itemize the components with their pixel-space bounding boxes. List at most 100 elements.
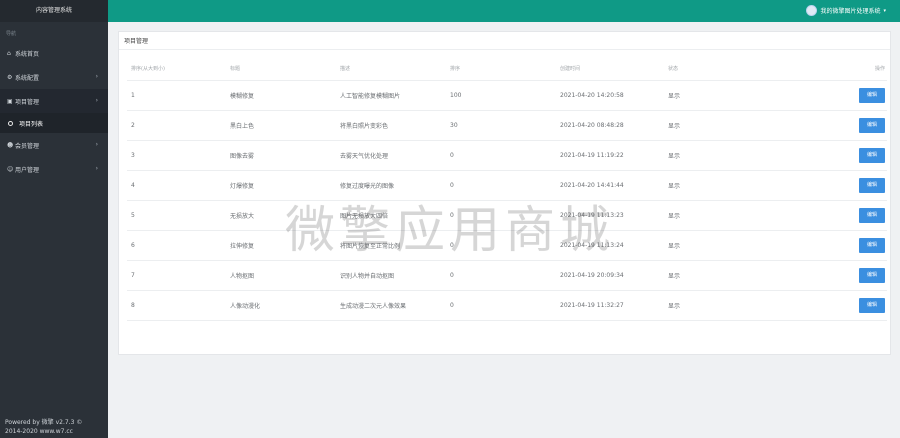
column-header: 状态 — [668, 58, 848, 81]
table-cell: 5 — [127, 200, 230, 231]
sidebar-item-label: 系统首页 — [15, 50, 40, 58]
column-header: 描述 — [340, 58, 450, 81]
table-cell: 生成动漫二次元人像效果 — [340, 290, 450, 321]
table-row: 1 模糊修复 人工智能修复模糊图片 100 2021-04-20 14:20:58 显示编… — [127, 80, 887, 111]
action-cell: 编辑 — [848, 290, 887, 321]
table-cell: 显示 — [668, 290, 848, 321]
table-cell: 7 — [127, 260, 230, 291]
table-cell: 8 — [127, 290, 230, 321]
action-cell: 编辑 — [848, 170, 887, 201]
table-cell: 2 — [127, 110, 230, 141]
table-cell: 人工智能修复模糊图片 — [340, 80, 450, 111]
table-cell: 显示 — [668, 110, 848, 141]
user-menu[interactable]: 我的微擎图片处理系统 ▾ — [806, 5, 886, 16]
column-header: 创建时间 — [560, 58, 668, 81]
table-cell: 30 — [450, 110, 560, 141]
gear-icon: ⚙ — [7, 73, 13, 81]
chevron-right-icon: › — [95, 141, 98, 148]
sidebar-item-label: 用户管理 — [15, 166, 40, 174]
chevron-right-icon: › — [95, 73, 98, 80]
sidebar-item-label: 会员管理 — [15, 142, 40, 150]
user-icon: ☺ — [7, 165, 14, 173]
circle-icon — [8, 120, 13, 126]
caret-down-icon: ▾ — [883, 7, 886, 14]
table-cell: 0 — [450, 140, 560, 171]
edit-button[interactable]: 编辑 — [859, 87, 885, 103]
table-row: 2 黑白上色 将黑白照片变彩色 30 2021-04-20 08:48:28 显示 编辑 — [127, 110, 887, 141]
sidebar-footer: Powered by 微擎 v2.7.3 © 2014-2020 www.w7.… — [5, 418, 82, 436]
home-icon: ⌂ — [7, 49, 11, 57]
sidebar-item-label: 系统配置 — [15, 74, 40, 82]
sidebar-subitem-project-list[interactable]: 项目列表 — [0, 113, 108, 133]
table-cell: 2021-04-20 08:48:28 — [560, 110, 668, 141]
sidebar: 内容管理系统 导航 ⌂ 系统首页 ⚙ 系统配置 › ▣ 项目管理 › 项目列表 … — [0, 0, 108, 438]
edit-button[interactable]: 编辑 — [859, 177, 885, 193]
table-cell: 显示 — [668, 230, 848, 261]
user-name: 我的微擎图片处理系统 — [820, 8, 881, 15]
footer-line-1: Powered by 微擎 v2.7.3 © — [5, 419, 83, 426]
nav-section-label: 导航 — [6, 31, 17, 37]
table-cell: 人像动漫化 — [230, 290, 340, 321]
table-header-row: 排序(从大到小) 标题 描述 排序 创建时间 状态 操作 — [127, 58, 887, 81]
table-cell: 显示 — [668, 170, 848, 201]
table-cell: 模糊修复 — [230, 80, 340, 111]
table-cell: 将黑白照片变彩色 — [340, 110, 450, 141]
table-cell: 100 — [450, 80, 560, 111]
avatar — [806, 5, 818, 16]
table-cell: 显示 — [668, 200, 848, 231]
users-icon: ☻ — [7, 141, 14, 149]
table-cell: 6 — [127, 230, 230, 261]
sidebar-item-members[interactable]: ☻ 会员管理 › — [0, 133, 108, 157]
action-cell: 编辑 — [848, 140, 887, 171]
sidebar-item-users[interactable]: ☺ 用户管理 › — [0, 157, 108, 181]
chevron-right-icon: › — [95, 165, 98, 172]
table-cell: 0 — [450, 290, 560, 321]
edit-button[interactable]: 编辑 — [859, 207, 885, 223]
table-cell: 显示 — [668, 140, 848, 171]
table-cell: 2021-04-20 14:20:58 — [560, 80, 668, 111]
table-row: 7 人物抠图 识别人物并自动抠图 0 2021-04-19 20:09:34 显示 编辑 — [127, 260, 887, 291]
table-cell: 人物抠图 — [230, 260, 340, 291]
table-cell: 0 — [450, 260, 560, 291]
footer-line-2: 2014-2020 www.w7.cc — [5, 428, 73, 435]
table-cell: 图像去雾 — [230, 140, 340, 171]
sidebar-item-home[interactable]: ⌂ 系统首页 — [0, 41, 108, 65]
table-cell: 4 — [127, 170, 230, 201]
table-cell: 显示 — [668, 80, 848, 111]
sidebar-subitem-label: 项目列表 — [19, 120, 44, 128]
sidebar-item-config[interactable]: ⚙ 系统配置 › — [0, 65, 108, 89]
action-cell: 编辑 — [848, 200, 887, 231]
sidebar-item-label: 项目管理 — [15, 98, 40, 106]
edit-button[interactable]: 编辑 — [859, 117, 885, 133]
watermark: 微擎应用商城 — [285, 201, 615, 259]
table-cell: 2021-04-19 11:19:22 — [560, 140, 668, 171]
table-cell: 2021-04-19 20:09:34 — [560, 260, 668, 291]
action-cell: 编辑 — [848, 80, 887, 111]
card-title: 项目管理 — [119, 32, 890, 50]
table-cell: 2021-04-19 11:32:27 — [560, 290, 668, 321]
edit-button[interactable]: 编辑 — [859, 147, 885, 163]
column-header: 标题 — [230, 58, 340, 81]
column-header: 排序 — [450, 58, 560, 81]
table-cell: 去雾天气优化处理 — [340, 140, 450, 171]
table-row: 3 图像去雾 去雾天气优化处理 0 2021-04-19 11:19:22 显示 编辑 — [127, 140, 887, 171]
chevron-right-icon: › — [95, 97, 98, 104]
table-cell: 1 — [127, 80, 230, 111]
table-cell: 黑白上色 — [230, 110, 340, 141]
table-cell: 识别人物并自动抠图 — [340, 260, 450, 291]
topbar: 我的微擎图片处理系统 ▾ — [108, 0, 900, 22]
edit-button[interactable]: 编辑 — [859, 237, 885, 253]
app-title: 内容管理系统 — [0, 0, 108, 22]
action-cell: 编辑 — [848, 110, 887, 141]
table-cell: 3 — [127, 140, 230, 171]
column-header: 排序(从大到小) — [127, 58, 230, 81]
edit-button[interactable]: 编辑 — [859, 267, 885, 283]
edit-button[interactable]: 编辑 — [859, 297, 885, 313]
column-header: 操作 — [848, 58, 887, 81]
sidebar-item-projects[interactable]: ▣ 项目管理 › — [0, 89, 108, 113]
table-cell: 显示 — [668, 260, 848, 291]
action-cell: 编辑 — [848, 230, 887, 261]
box-icon: ▣ — [7, 97, 13, 105]
table-row: 8 人像动漫化 生成动漫二次元人像效果 0 2021-04-19 11:32:27 显示编… — [127, 290, 887, 321]
action-cell: 编辑 — [848, 260, 887, 291]
